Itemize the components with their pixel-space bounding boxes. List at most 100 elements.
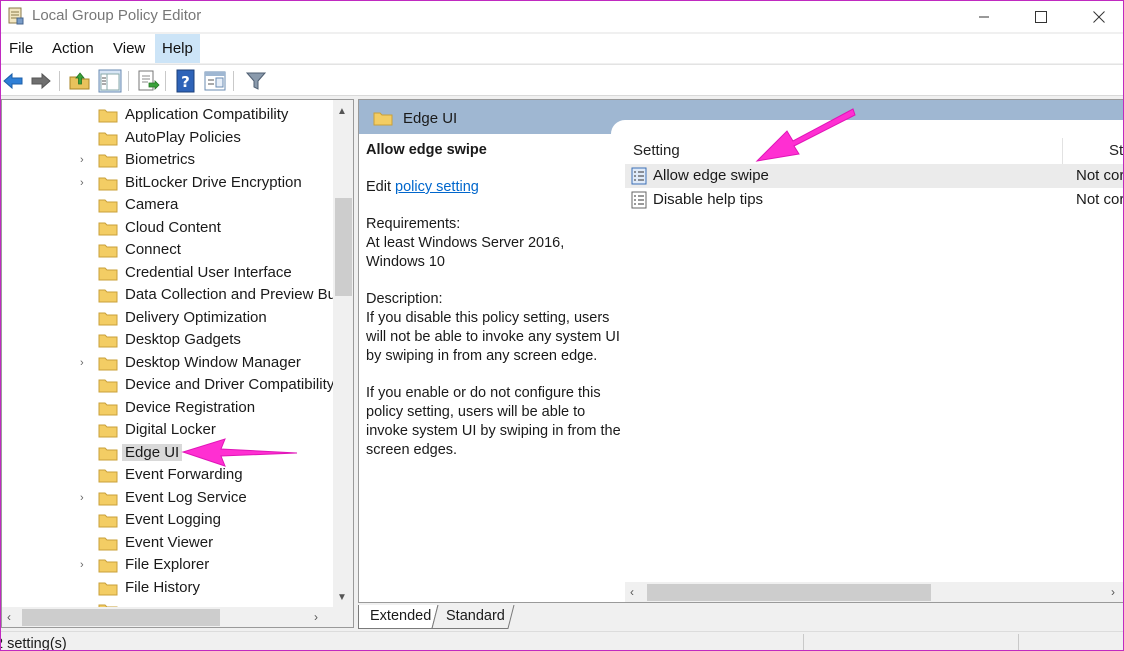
list-horizontal-scrollbar[interactable]: ‹ › xyxy=(625,582,1123,602)
tree-item[interactable]: Camera xyxy=(2,194,330,216)
column-divider[interactable] xyxy=(1062,138,1063,164)
maximize-button[interactable] xyxy=(1012,1,1070,32)
menu-help[interactable]: Help xyxy=(155,34,200,63)
toolbar: ? xyxy=(1,64,1123,96)
tree-item[interactable]: Cloud Content xyxy=(2,217,330,239)
close-icon xyxy=(1093,10,1105,23)
tree-horizontal-scrollbar[interactable]: ‹ › xyxy=(2,607,353,627)
settings-list-header: Setting Sta xyxy=(625,138,1123,164)
chevron-right-icon[interactable]: › xyxy=(80,357,92,369)
menu-action[interactable]: Action xyxy=(45,34,101,63)
properties-icon[interactable] xyxy=(203,69,227,93)
scroll-down-icon[interactable]: ▼ xyxy=(337,592,347,603)
policy-setting-icon xyxy=(631,167,647,185)
tree-item-label: Biometrics xyxy=(125,151,196,168)
setting-name: Disable help tips xyxy=(653,191,764,208)
header-tab-shape xyxy=(611,120,1123,140)
folder-icon xyxy=(98,357,118,370)
folder-icon xyxy=(98,514,118,528)
scroll-left-icon[interactable]: ‹ xyxy=(630,585,634,599)
tree-item[interactable]: Event Viewer xyxy=(2,532,330,554)
export-list-icon[interactable] xyxy=(136,69,160,93)
requirements-text: At least Windows Server 2016, Windows 10 xyxy=(366,235,565,270)
tree-item-label: BitLocker Drive Encryption xyxy=(125,173,302,191)
scrollbar-thumb[interactable] xyxy=(335,198,352,296)
policy-tree-pane[interactable]: Application Compatibility AutoPlay Polici… xyxy=(1,99,354,628)
filter-icon[interactable] xyxy=(244,69,268,93)
chevron-right-icon[interactable]: › xyxy=(80,492,92,504)
folder-icon xyxy=(98,447,118,460)
tree-item[interactable]: AutoPlay Policies xyxy=(2,127,330,149)
minimize-button[interactable] xyxy=(955,1,1013,32)
description-label: Description: xyxy=(366,291,443,307)
tree-item[interactable]: Delivery Optimization xyxy=(2,307,330,329)
tree-item[interactable]: Event Logging xyxy=(2,509,330,531)
tree-item-label: Device and Driver Compatibility xyxy=(125,376,335,393)
up-folder-icon[interactable] xyxy=(68,69,92,93)
folder-icon xyxy=(98,379,118,393)
tree-item[interactable]: › Biometrics xyxy=(2,149,330,171)
scroll-right-icon[interactable]: › xyxy=(1111,585,1115,599)
tree-item[interactable]: Data Collection and Preview Bui xyxy=(2,284,339,306)
toolbar-separator xyxy=(59,71,60,91)
description-block-2: If you enable or do not configure this p… xyxy=(366,384,621,460)
scroll-left-icon[interactable]: ‹ xyxy=(7,610,11,624)
description-text-2: If you enable or do not configure this p… xyxy=(366,385,621,458)
tab-extended[interactable]: Extended xyxy=(358,605,439,629)
description-text: If you disable this policy setting, user… xyxy=(366,310,620,364)
tree-item[interactable]: › Desktop Window Manager xyxy=(2,352,330,374)
menu-view[interactable]: View xyxy=(106,34,152,63)
tree-item[interactable]: Event Forwarding xyxy=(2,464,330,486)
tree-item-label: AutoPlay Policies xyxy=(125,128,241,146)
tree-item[interactable]: Connect xyxy=(2,239,330,261)
scroll-right-icon[interactable]: › xyxy=(314,610,318,624)
tree-item-label: Device Registration xyxy=(125,398,256,416)
list-item[interactable]: Disable help tips Not cor xyxy=(625,188,1124,212)
tree-item-label: Event Viewer xyxy=(125,533,214,551)
tree-item[interactable]: Desktop Gadgets xyxy=(2,329,330,351)
help-icon[interactable]: ? xyxy=(174,69,198,93)
tab-standard[interactable]: Standard xyxy=(434,605,513,629)
folder-icon xyxy=(98,154,118,168)
tree-item[interactable]: › File Explorer xyxy=(2,554,330,576)
folder-icon xyxy=(98,537,118,550)
folder-icon xyxy=(98,492,118,505)
folder-icon xyxy=(98,177,118,190)
tree-item[interactable]: Credential User Interface xyxy=(2,262,330,284)
chevron-right-icon[interactable]: › xyxy=(80,177,92,189)
tree-item-label: Desktop Gadgets xyxy=(125,331,241,348)
chevron-right-icon[interactable]: › xyxy=(80,559,92,571)
tree-item-label: Delivery Optimization xyxy=(125,308,267,326)
edit-policy-line: Edit policy setting xyxy=(366,178,621,197)
tree-item[interactable]: › BitLocker Drive Encryption xyxy=(2,172,330,194)
setting-state: Not cor xyxy=(1076,191,1124,208)
show-hide-tree-icon[interactable] xyxy=(98,69,122,93)
tree-item[interactable]: File History xyxy=(2,577,330,599)
tree-item-label: Digital Locker xyxy=(125,421,216,438)
details-pane: Edge UI Allow edge swipe Edit policy set… xyxy=(358,99,1124,603)
menu-file[interactable]: File xyxy=(2,34,40,63)
chevron-right-icon[interactable]: › xyxy=(80,154,92,166)
tree-item[interactable]: Edge UI xyxy=(2,442,330,464)
tree-item[interactable]: › Event Log Service xyxy=(2,487,330,509)
tree-item-label: Event Log Service xyxy=(125,488,247,506)
toolbar-separator xyxy=(233,71,234,91)
column-header-state[interactable]: Sta xyxy=(1109,142,1123,159)
forward-icon[interactable] xyxy=(29,69,53,93)
tree-vertical-scrollbar[interactable]: ▲ ▼ xyxy=(333,100,353,607)
scrollbar-thumb[interactable] xyxy=(647,584,931,601)
selected-policy-heading: Allow edge swipe xyxy=(366,142,487,158)
tree-item[interactable]: Application Compatibility xyxy=(2,104,330,126)
tree-item[interactable]: Device and Driver Compatibility xyxy=(2,374,334,396)
back-icon[interactable] xyxy=(1,69,25,93)
scroll-up-icon[interactable]: ▲ xyxy=(337,106,347,117)
tree-item[interactable]: Digital Locker xyxy=(2,419,330,441)
edit-policy-setting-link[interactable]: policy setting xyxy=(395,179,479,195)
tree-item[interactable]: Device Registration xyxy=(2,397,330,419)
close-button[interactable] xyxy=(1070,1,1123,32)
title-bar: Local Group Policy Editor xyxy=(1,1,1123,32)
status-divider xyxy=(803,634,804,650)
list-item[interactable]: Allow edge swipe Not cor xyxy=(625,164,1123,188)
column-header-setting[interactable]: Setting xyxy=(633,142,680,159)
scrollbar-thumb[interactable] xyxy=(22,609,220,626)
